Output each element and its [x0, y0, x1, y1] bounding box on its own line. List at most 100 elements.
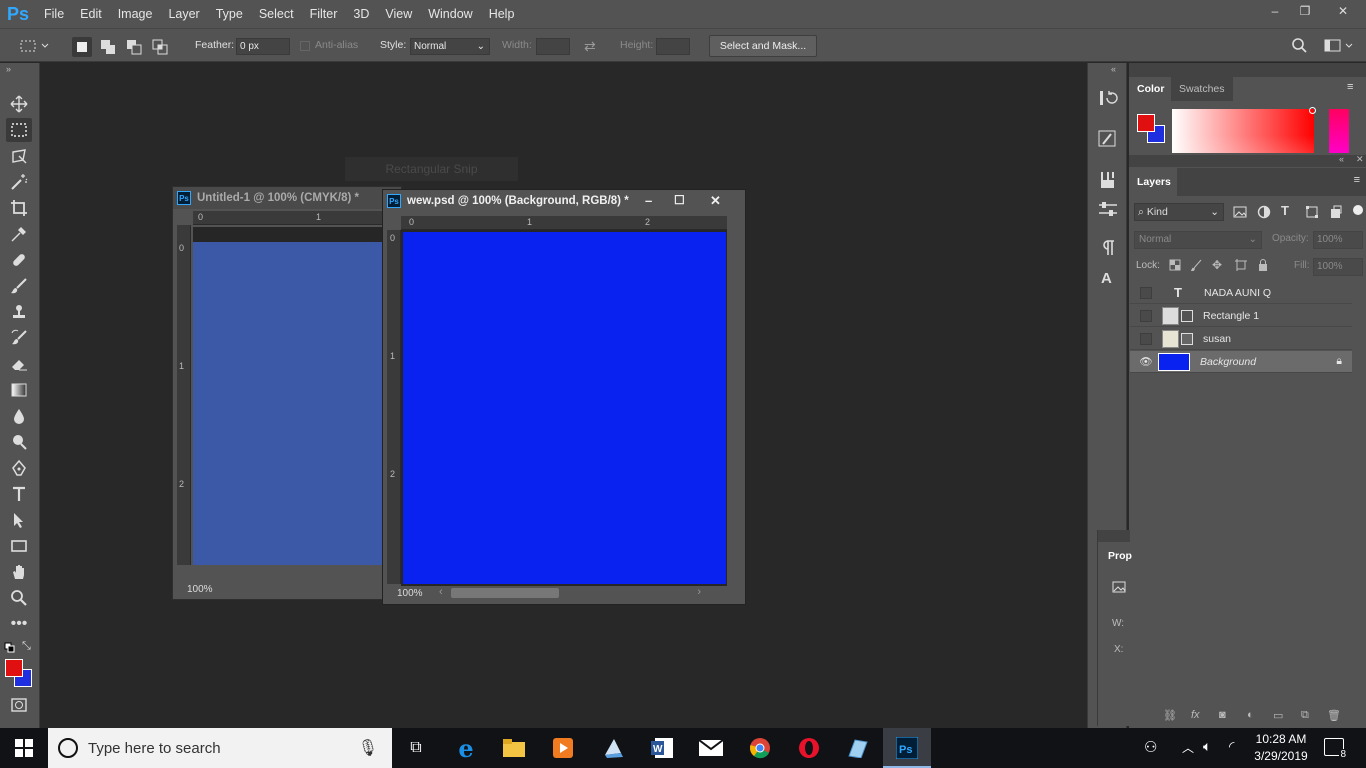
network-icon[interactable]: ◜ — [1229, 738, 1234, 755]
rectangle-tool-icon[interactable] — [6, 534, 32, 558]
height-input[interactable] — [656, 38, 690, 55]
brush-settings-icon[interactable] — [1098, 129, 1118, 149]
panel-menu-icon[interactable]: ≡ — [1347, 81, 1353, 93]
menu-select[interactable]: Select — [251, 0, 302, 28]
filter-adjustment-icon[interactable] — [1257, 205, 1271, 222]
menu-layer[interactable]: Layer — [160, 0, 207, 28]
menu-file[interactable]: File — [36, 0, 72, 28]
filter-shape-icon[interactable] — [1305, 205, 1319, 222]
brushes-panel-icon[interactable] — [1098, 170, 1118, 190]
feather-input[interactable]: 0 px — [236, 38, 290, 55]
layer-row[interactable]: T NADA AUNI Q — [1130, 282, 1352, 304]
menu-edit[interactable]: Edit — [72, 0, 110, 28]
tab-swatches[interactable]: Swatches — [1171, 77, 1233, 101]
hue-slider[interactable] — [1329, 109, 1349, 153]
doc-title-bar[interactable]: Ps wew.psd @ 100% (Background, RGB/8) * … — [383, 190, 745, 212]
menu-help[interactable]: Help — [481, 0, 523, 28]
healing-brush-tool-icon[interactable] — [6, 248, 32, 272]
subtract-selection-icon[interactable] — [124, 37, 144, 57]
filter-toggle-icon[interactable] — [1353, 205, 1363, 215]
scroll-right-icon[interactable]: › — [697, 586, 701, 598]
color-picker-marker[interactable] — [1309, 107, 1316, 114]
notes-app-icon[interactable] — [589, 728, 637, 768]
collapse-icon[interactable]: » — [6, 64, 11, 74]
add-mask-icon[interactable]: ◙ — [1219, 709, 1226, 721]
filter-kind-select[interactable]: ⌕ Kind ⌄ — [1134, 203, 1224, 221]
filter-smart-object-icon[interactable] — [1329, 205, 1343, 222]
layer-row-selected[interactable]: 👁 Background 🔒︎ — [1130, 351, 1352, 373]
tab-properties[interactable]: Prop — [1108, 550, 1132, 562]
eyedropper-tool-icon[interactable] — [6, 222, 32, 246]
tab-layers[interactable]: Layers — [1129, 168, 1179, 196]
edge-icon[interactable]: e — [442, 728, 490, 768]
minimize-button[interactable]: – — [1260, 0, 1290, 22]
hand-tool-icon[interactable] — [6, 560, 32, 584]
new-group-icon[interactable]: ▭ — [1273, 709, 1283, 722]
marquee-preset-icon[interactable] — [18, 38, 50, 54]
zoom-tool-icon[interactable] — [6, 586, 32, 610]
layer-row[interactable]: Rectangle 1 — [1130, 305, 1352, 327]
move-tool-icon[interactable] — [6, 92, 32, 116]
path-selection-tool-icon[interactable] — [6, 508, 32, 532]
scrollbar-thumb[interactable] — [451, 588, 559, 598]
people-icon[interactable]: ⚇ — [1144, 738, 1157, 756]
history-brush-tool-icon[interactable] — [6, 326, 32, 350]
zoom-level[interactable]: 100% — [187, 584, 213, 595]
dodge-tool-icon[interactable] — [6, 430, 32, 454]
brush-tool-icon[interactable] — [6, 274, 32, 298]
menu-view[interactable]: View — [377, 0, 420, 28]
taskbar-search[interactable]: Type here to search 🎙︎ — [48, 728, 392, 768]
menu-type[interactable]: Type — [208, 0, 251, 28]
menu-image[interactable]: Image — [110, 0, 161, 28]
adjustments-icon[interactable] — [1098, 199, 1118, 219]
history-panel-icon[interactable] — [1098, 88, 1118, 108]
workspace-switcher-icon[interactable] — [1324, 38, 1354, 57]
opera-icon[interactable] — [785, 728, 833, 768]
intersect-selection-icon[interactable] — [150, 37, 170, 57]
foreground-color-chip[interactable] — [1137, 114, 1155, 132]
eye-icon[interactable]: 👁 — [1138, 355, 1154, 368]
filter-type-icon[interactable]: T — [1281, 203, 1289, 218]
restore-button[interactable]: ❐ — [1290, 0, 1320, 22]
opacity-input[interactable]: 100% — [1313, 231, 1363, 249]
doc-maximize-icon[interactable]: ☐ — [674, 193, 685, 207]
document-canvas[interactable] — [193, 242, 403, 565]
delete-layer-icon[interactable]: 🗑︎ — [1327, 709, 1341, 722]
expand-panels-icon[interactable]: « — [1111, 64, 1116, 74]
clone-stamp-tool-icon[interactable] — [6, 300, 32, 324]
paint-app-icon[interactable] — [834, 728, 882, 768]
width-input[interactable] — [536, 38, 570, 55]
lock-position-icon[interactable]: ✥ — [1212, 258, 1222, 272]
add-to-selection-icon[interactable] — [98, 37, 118, 57]
menu-filter[interactable]: Filter — [302, 0, 346, 28]
visibility-toggle[interactable] — [1140, 309, 1152, 322]
gradient-tool-icon[interactable] — [6, 378, 32, 402]
new-layer-icon[interactable]: ⧉ — [1301, 709, 1309, 722]
filter-pixel-icon[interactable] — [1233, 205, 1247, 222]
taskbar-clock[interactable]: 10:28 AM 3/29/2019 — [1250, 731, 1312, 765]
scroll-left-icon[interactable]: ‹ — [439, 586, 443, 598]
start-button[interactable] — [0, 728, 48, 768]
eraser-tool-icon[interactable] — [6, 352, 32, 376]
rectangular-marquee-tool-icon[interactable] — [6, 118, 32, 142]
task-view-icon[interactable]: ⧉ — [392, 728, 440, 768]
swap-colors-icon[interactable]: ⤡ — [22, 640, 31, 653]
fx-icon[interactable]: fx — [1191, 709, 1200, 721]
file-explorer-icon[interactable] — [490, 728, 538, 768]
tab-color[interactable]: Color — [1129, 77, 1173, 101]
layer-row[interactable]: susan — [1130, 328, 1352, 350]
more-tools-icon[interactable]: ••• — [6, 612, 32, 636]
volume-icon[interactable]: 🔈︎ — [1203, 738, 1211, 755]
mail-icon[interactable] — [687, 728, 735, 768]
horizontal-scrollbar[interactable]: ‹ › — [437, 586, 723, 599]
type-tool-icon[interactable] — [6, 482, 32, 506]
color-field[interactable] — [1172, 107, 1316, 153]
pen-tool-icon[interactable] — [6, 456, 32, 480]
quick-mask-icon[interactable] — [6, 693, 32, 717]
lock-transparent-icon[interactable] — [1169, 259, 1181, 274]
fill-input[interactable]: 100% — [1313, 258, 1363, 276]
search-icon[interactable] — [1290, 37, 1308, 58]
microphone-icon[interactable]: 🎙︎ — [358, 738, 378, 758]
close-panel-icon[interactable]: ✕ — [1356, 154, 1364, 165]
visibility-toggle[interactable] — [1140, 286, 1152, 299]
